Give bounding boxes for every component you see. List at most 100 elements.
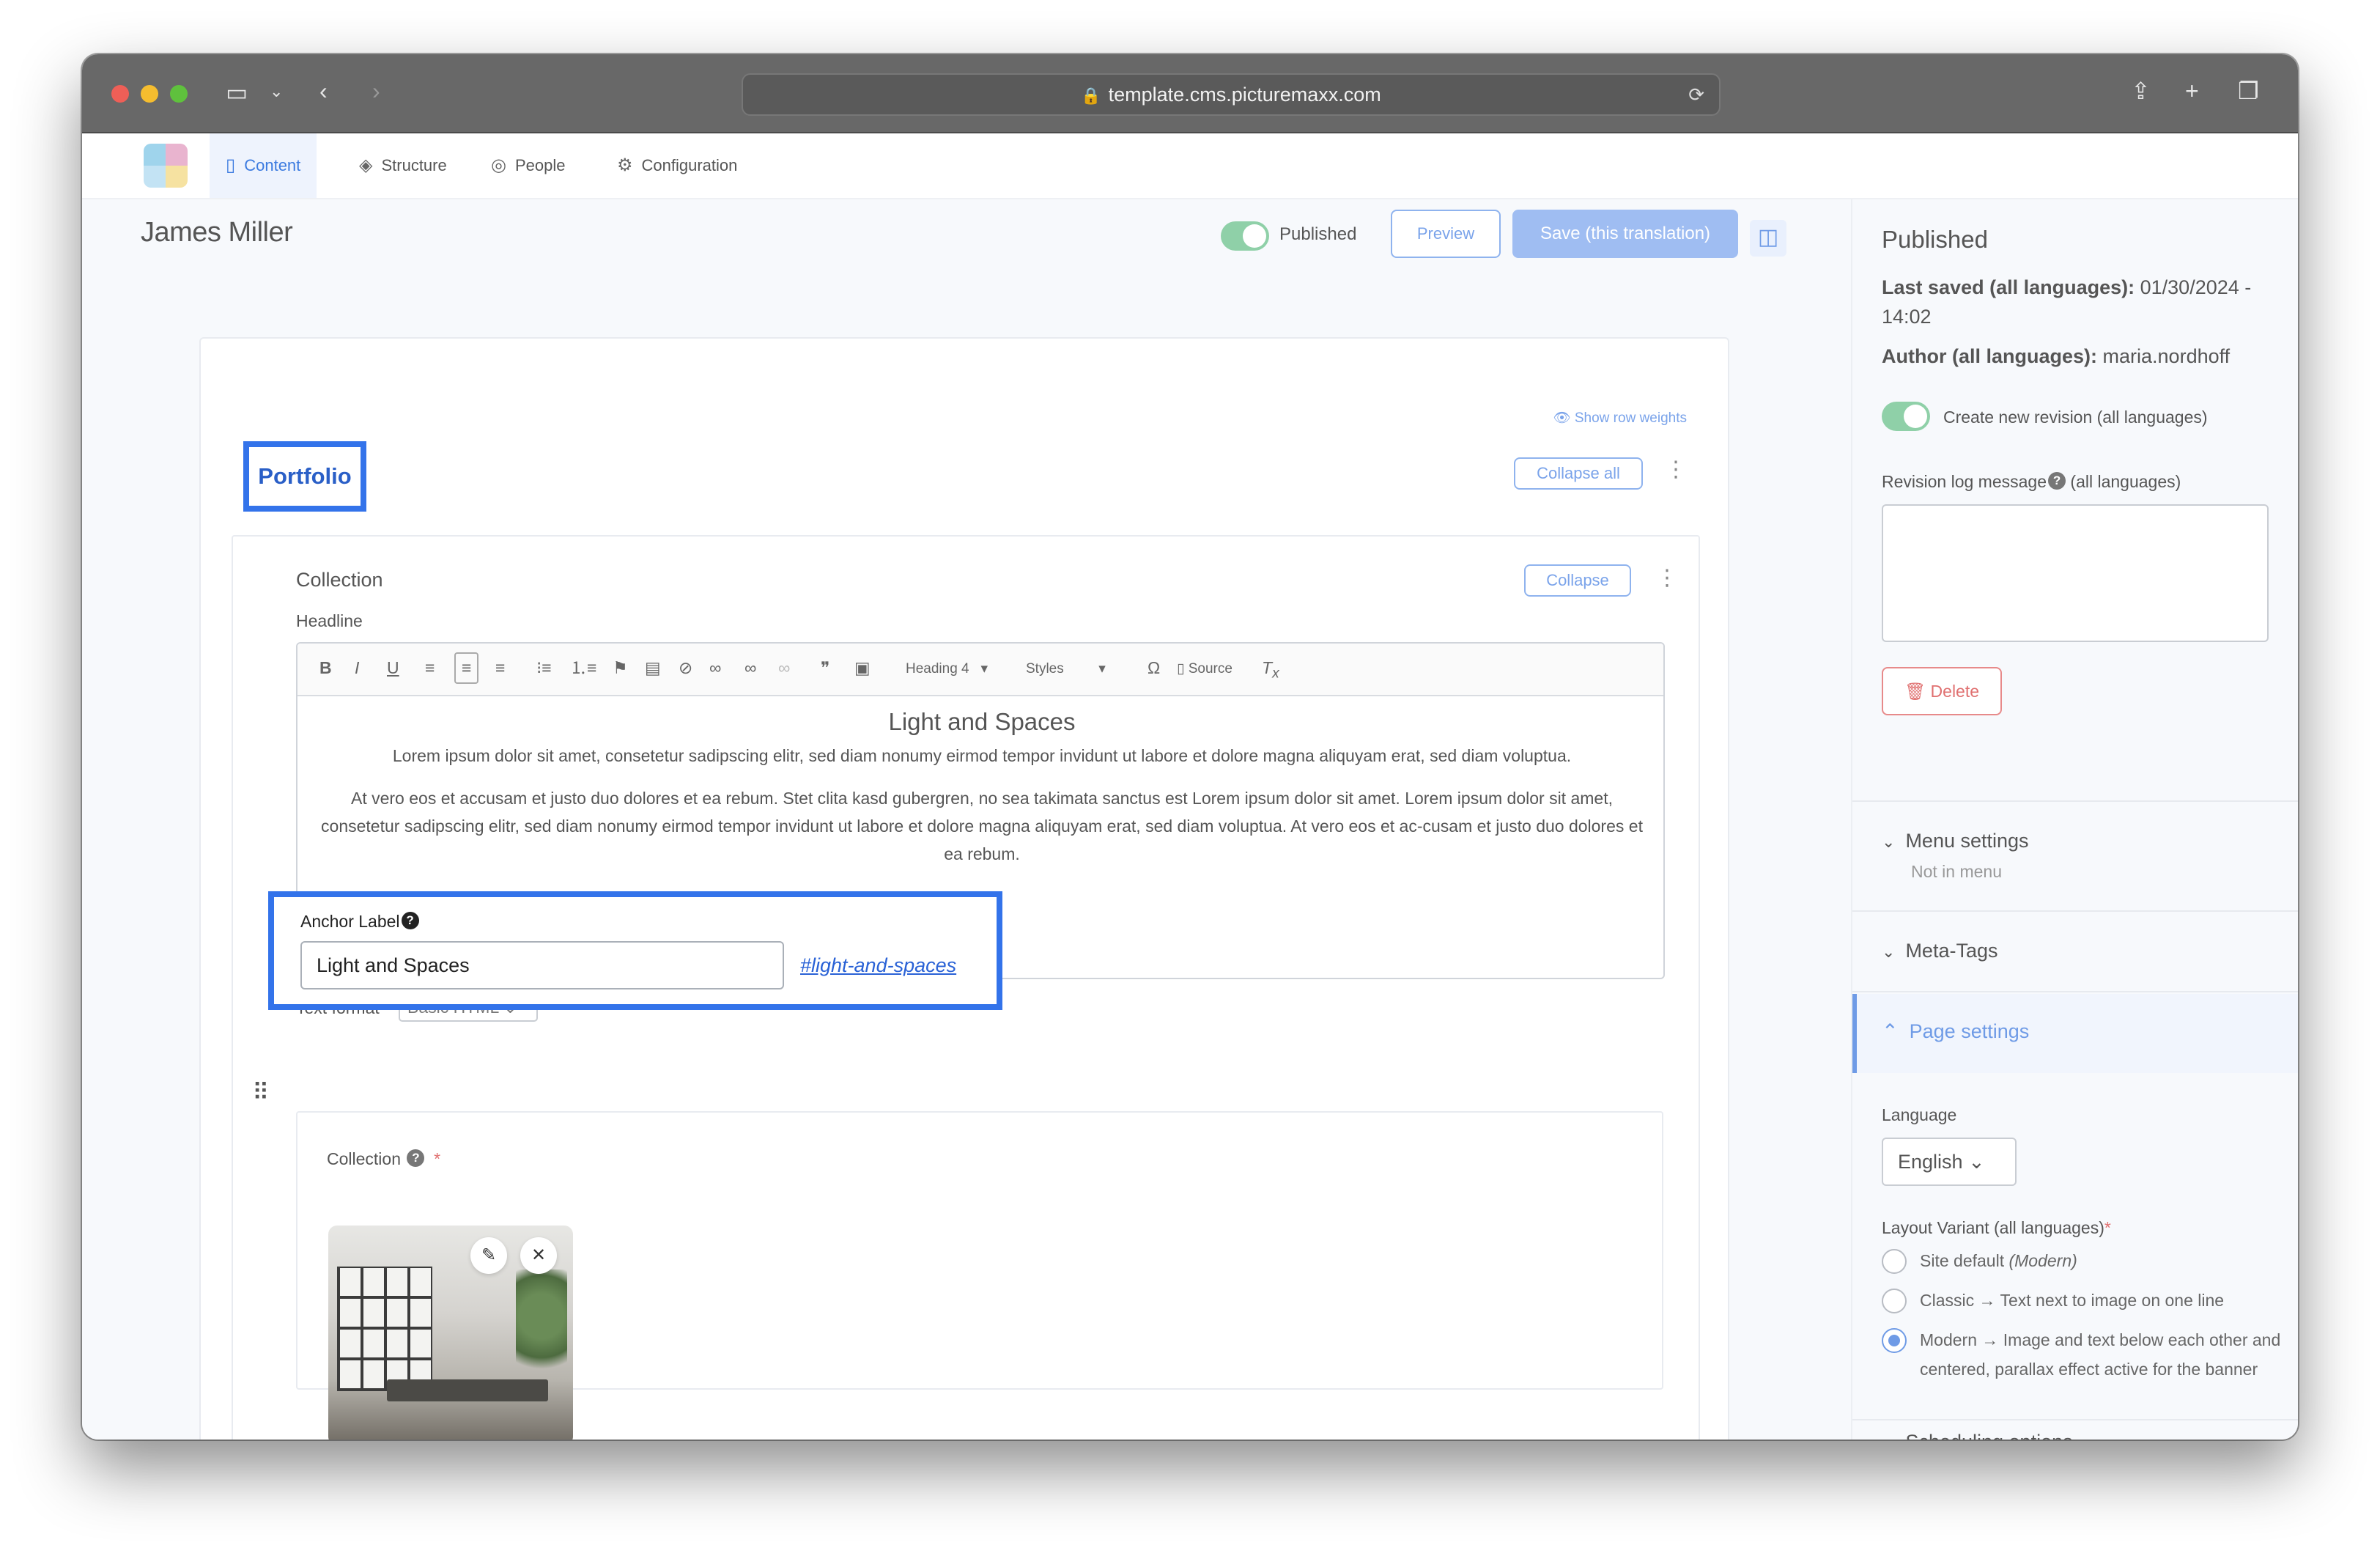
image-icon[interactable]: ▣	[854, 660, 871, 677]
sidebar-toggle-icon[interactable]: ▭	[226, 81, 248, 104]
nav-item-label: Content	[244, 156, 301, 174]
collection-image-thumbnail[interactable]: ✎ ✕	[328, 1226, 573, 1440]
app-navigation: ▯ Content ◈ Structure ◎ People ⚙ Configurati…	[82, 133, 2298, 199]
anchor-label-input[interactable]: Light and Spaces	[300, 941, 784, 989]
create-revision-toggle[interactable]	[1882, 402, 1930, 431]
anchor-label-field: Anchor Label? Light and Spaces #light-an…	[268, 891, 1002, 1010]
menu-settings-toggle[interactable]: ⌄ Menu settings	[1882, 830, 2029, 852]
align-center-icon[interactable]: ≡	[454, 652, 479, 684]
new-tab-icon[interactable]: +	[2185, 79, 2199, 103]
chevron-down-icon[interactable]: ⌄	[270, 84, 283, 100]
image-window-detail	[337, 1267, 432, 1391]
close-window-button[interactable]	[111, 85, 129, 103]
source-label: Source	[1188, 661, 1232, 677]
menu-settings-summary: Not in menu	[1911, 862, 2003, 881]
align-left-icon[interactable]: ≡	[425, 660, 435, 677]
meta-tags-toggle[interactable]: ⌄ Meta-Tags	[1882, 940, 1998, 962]
sidebar-status-title: Published	[1882, 226, 1988, 253]
more-options-icon[interactable]: ⋮	[1656, 567, 1678, 589]
show-row-weights-link[interactable]: 👁 Show row weights	[1553, 409, 1687, 427]
flag-icon[interactable]: ⚑	[613, 660, 628, 677]
collection-title: Collection	[296, 569, 383, 591]
file-icon[interactable]: ▤	[645, 660, 661, 677]
app-logo[interactable]	[144, 144, 188, 188]
divider	[1852, 1419, 2298, 1420]
bold-icon[interactable]: B	[319, 660, 332, 677]
anchor-label-text: Anchor Label	[300, 912, 400, 931]
image-plant-detail	[516, 1269, 567, 1387]
collapse-button[interactable]: Collapse	[1524, 564, 1631, 597]
attachment-icon[interactable]: ⊘	[679, 660, 692, 677]
layout-variant-label: Layout Variant (all languages)*	[1882, 1218, 2111, 1238]
divider	[1852, 910, 2298, 912]
nav-item-label: People	[514, 156, 566, 174]
anchor-link[interactable]: #light-and-spaces	[800, 954, 956, 977]
source-button[interactable]: ▯ Source	[1177, 662, 1232, 676]
language-select[interactable]: English ⌄	[1882, 1138, 2017, 1186]
collapse-all-button[interactable]: Collapse all	[1514, 457, 1643, 490]
nav-item-label: Structure	[381, 156, 447, 174]
nav-item-content[interactable]: ▯ Content	[210, 133, 317, 198]
zoom-window-button[interactable]	[170, 85, 188, 103]
link-icon[interactable]: ∞	[709, 660, 721, 677]
layout-panel-icon[interactable]: ◫	[1750, 220, 1786, 257]
divider	[1852, 800, 2298, 802]
numbered-list-icon[interactable]: ⒈≡	[570, 660, 596, 677]
minimize-window-button[interactable]	[141, 85, 158, 103]
layout-radio-site-default[interactable]	[1882, 1249, 1907, 1274]
layout-radio-classic[interactable]	[1882, 1289, 1907, 1313]
layout-option-label: Site default (Modern)	[1920, 1246, 2286, 1275]
required-marker: *	[434, 1149, 441, 1168]
nav-item-people[interactable]: ◎ People	[475, 133, 581, 198]
layout-radio-modern[interactable]	[1882, 1328, 1907, 1353]
revision-log-suffix: (all languages)	[2070, 472, 2181, 491]
align-right-icon[interactable]: ≡	[495, 660, 505, 677]
styles-select[interactable]: Styles ▾	[1026, 662, 1106, 676]
scheduling-options-toggle[interactable]: ⌄ Scheduling options	[1882, 1431, 2073, 1440]
author-value: maria.nordhoff	[2102, 345, 2231, 367]
browser-titlebar: ▭ ⌄ ‹ › 🔒 template.cms.picturemaxx.com ⟳ …	[82, 54, 2298, 133]
heading-format-select[interactable]: Heading 4 ▾	[906, 662, 988, 676]
back-icon[interactable]: ‹	[319, 79, 328, 103]
address-bar[interactable]: 🔒 template.cms.picturemaxx.com ⟳	[742, 73, 1721, 116]
close-icon[interactable]: ✕	[520, 1237, 557, 1274]
more-options-icon[interactable]: ⋮	[1665, 459, 1687, 481]
preview-button[interactable]: Preview	[1391, 210, 1501, 258]
tabs-overview-icon[interactable]: ❐	[2238, 79, 2259, 103]
blockquote-icon[interactable]: ❞	[821, 660, 829, 677]
page-settings-label: ⌃ Page settings	[1882, 1020, 2029, 1043]
anchor-icon[interactable]: ∞	[778, 660, 790, 677]
revision-log-textarea[interactable]	[1882, 504, 2269, 642]
remove-format-icon[interactable]: Tx	[1262, 660, 1279, 681]
delete-button[interactable]: 🗑 Delete	[1882, 667, 2002, 715]
layers-icon: ◈	[359, 155, 373, 175]
edit-icon[interactable]: ✎	[470, 1237, 507, 1274]
help-icon[interactable]: ?	[2048, 472, 2066, 490]
create-revision-label: Create new revision (all languages)	[1943, 408, 2208, 427]
published-toggle[interactable]	[1221, 221, 1269, 251]
drag-handle-icon[interactable]: ⠿	[252, 1080, 269, 1104]
page-settings-toggle[interactable]: ⌃ Page settings	[1852, 994, 2298, 1073]
italic-icon[interactable]: I	[355, 660, 359, 677]
headline-label: Headline	[296, 611, 363, 630]
page-settings-text: Page settings	[1909, 1020, 2030, 1042]
share-icon[interactable]: ⇪	[2131, 79, 2151, 103]
image-table-detail	[387, 1379, 548, 1401]
save-translation-button[interactable]: Save (this translation)	[1512, 210, 1738, 258]
unlink-icon[interactable]: ∞	[744, 660, 756, 677]
underline-icon[interactable]: U	[387, 660, 399, 677]
editor-content[interactable]: Light and Spaces Lorem ipsum dolor sit a…	[314, 708, 1650, 882]
styles-value: Styles	[1026, 661, 1064, 677]
help-icon[interactable]: ?	[407, 1149, 425, 1167]
published-label: Published	[1279, 224, 1357, 244]
help-icon[interactable]: ?	[401, 912, 419, 929]
editor-toolbar: B I U ≡ ≡ ≡ ⁝≡ ⒈≡ ⚑ ▤ ⊘ ∞ ∞ ∞ ❞ ▣ Headin…	[298, 644, 1663, 696]
entity-sidebar: Published Last saved (all languages): 01…	[1851, 199, 2298, 1440]
special-character-icon[interactable]: Ω	[1148, 660, 1160, 677]
reload-icon[interactable]: ⟳	[1688, 75, 1704, 114]
layout-option-text: Site default	[1920, 1251, 2005, 1270]
nav-item-structure[interactable]: ◈ Structure	[343, 133, 463, 198]
forward-icon[interactable]: ›	[372, 79, 380, 103]
nav-item-configuration[interactable]: ⚙ Configuration	[601, 133, 753, 198]
bulleted-list-icon[interactable]: ⁝≡	[536, 660, 552, 677]
